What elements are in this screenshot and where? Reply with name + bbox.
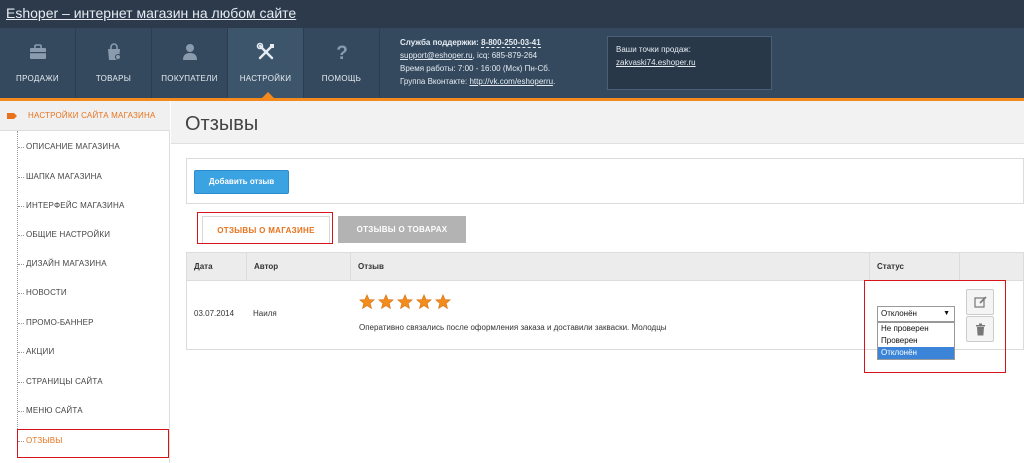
column-header-review: Отзыв bbox=[351, 253, 870, 281]
column-header-status: Статус bbox=[870, 253, 960, 281]
customer-person-icon bbox=[183, 44, 197, 60]
review-author: Наиля bbox=[253, 309, 277, 318]
sidebar-item-label: Общие настройки bbox=[26, 230, 111, 239]
top-bar: Eshoper – интернет магазин на любом сайт… bbox=[0, 0, 1024, 28]
sales-point-link[interactable]: zakvaski74.eshoper.ru bbox=[616, 56, 763, 69]
star-icon bbox=[397, 294, 413, 310]
sidebar-item-label: Меню сайта bbox=[26, 406, 83, 415]
sidebar-item-interface[interactable]: Интерфейс магазина bbox=[18, 192, 168, 220]
toolbar: Добавить отзыв bbox=[186, 158, 1024, 204]
sidebar-item-news[interactable]: Новости bbox=[18, 279, 168, 307]
site-title-link[interactable]: Eshoper – интернет магазин на любом сайт… bbox=[6, 5, 296, 21]
support-vk-suffix: . bbox=[553, 77, 556, 86]
highlight-outline bbox=[197, 212, 333, 244]
sales-briefcase-icon bbox=[30, 44, 46, 59]
highlight-outline bbox=[17, 429, 169, 458]
nav-label: Товары bbox=[95, 74, 132, 83]
nav-item-customers[interactable]: Покупатели bbox=[152, 28, 228, 98]
section-arrow-icon bbox=[7, 113, 17, 119]
review-date: 03.07.2014 bbox=[194, 309, 235, 318]
support-hours: Время работы: 7:00 - 16:00 (Мск) Пн-Сб. bbox=[400, 64, 551, 73]
highlight-outline bbox=[864, 280, 1006, 373]
page-title: Отзывы bbox=[185, 113, 259, 135]
sidebar: Настройки сайта магазина Описание магази… bbox=[0, 101, 170, 463]
column-header-date: Дата bbox=[187, 253, 247, 281]
support-vk-link[interactable]: http://vk.com/eshoperru bbox=[469, 77, 553, 86]
star-icon bbox=[378, 294, 394, 310]
nav-label: Продажи bbox=[16, 74, 59, 83]
column-header-author: Автор bbox=[247, 253, 351, 281]
sidebar-item-promo[interactable]: Промо-баннер bbox=[18, 309, 168, 337]
sidebar-item-label: Описание магазина bbox=[26, 142, 120, 151]
sidebar-item-label: Акции bbox=[26, 347, 55, 356]
settings-tools-icon bbox=[256, 42, 274, 60]
support-email-link[interactable]: support@eshoper.ru bbox=[400, 51, 473, 60]
sidebar-item-label: Шапка магазина bbox=[26, 172, 103, 181]
support-info: Служба поддержки: 8-800-250-03-41 suppor… bbox=[400, 36, 555, 88]
svg-text:?: ? bbox=[336, 43, 348, 62]
nav-item-sales[interactable]: Продажи bbox=[0, 28, 76, 98]
review-text: Оперативно связались после оформления за… bbox=[359, 323, 667, 332]
sidebar-item-pages[interactable]: Страницы сайта bbox=[18, 368, 168, 396]
nav-label: Настройки bbox=[239, 74, 292, 83]
star-icon bbox=[416, 294, 432, 310]
sidebar-item-label: Страницы сайта bbox=[26, 377, 103, 386]
products-bag-icon bbox=[108, 43, 121, 60]
nav-item-help[interactable]: ? Помощь bbox=[304, 28, 380, 98]
add-review-button[interactable]: Добавить отзыв bbox=[194, 170, 289, 194]
sidebar-item-label: Промо-баннер bbox=[26, 318, 94, 327]
main-nav: Продажи Товары Покупатели Настройки ? По… bbox=[0, 28, 1024, 98]
sidebar-header[interactable]: Настройки сайта магазина bbox=[0, 101, 170, 131]
nav-item-products[interactable]: Товары bbox=[76, 28, 152, 98]
sidebar-item-header[interactable]: Шапка магазина bbox=[18, 163, 168, 191]
sidebar-item-description[interactable]: Описание магазина bbox=[18, 133, 168, 161]
sidebar-item-label: Дизайн магазина bbox=[26, 259, 107, 268]
sales-points-title: Ваши точки продаж: bbox=[616, 45, 691, 54]
sidebar-item-general[interactable]: Общие настройки bbox=[18, 221, 168, 249]
support-vk-label: Группа Вконтакте: bbox=[400, 77, 468, 86]
sidebar-item-sales[interactable]: Акции bbox=[18, 338, 168, 366]
support-phone: 8-800-250-03-41 bbox=[481, 38, 541, 48]
table-header: Дата Автор Отзыв Статус bbox=[187, 253, 1023, 281]
help-question-icon: ? bbox=[336, 43, 348, 62]
page-header: Отзывы bbox=[171, 101, 1024, 144]
rating-stars bbox=[359, 294, 454, 310]
sidebar-title: Настройки сайта магазина bbox=[28, 111, 156, 120]
star-icon bbox=[359, 294, 375, 310]
tab-product-reviews[interactable]: Отзывы о товарах bbox=[338, 216, 466, 243]
sidebar-item-label: Интерфейс магазина bbox=[26, 201, 125, 210]
nav-label: Покупатели bbox=[161, 74, 218, 83]
star-icon bbox=[435, 294, 451, 310]
support-icq: , icq: 685-879-264 bbox=[472, 51, 538, 60]
sales-points-box: Ваши точки продаж: zakvaski74.eshoper.ru bbox=[607, 36, 772, 90]
sidebar-item-menu[interactable]: Меню сайта bbox=[18, 397, 168, 425]
sidebar-item-design[interactable]: Дизайн магазина bbox=[18, 250, 168, 278]
nav-label: Помощь bbox=[321, 74, 362, 83]
sidebar-item-label: Новости bbox=[26, 288, 67, 297]
nav-item-settings[interactable]: Настройки bbox=[228, 28, 304, 98]
support-title: Служба поддержки: bbox=[400, 38, 479, 47]
